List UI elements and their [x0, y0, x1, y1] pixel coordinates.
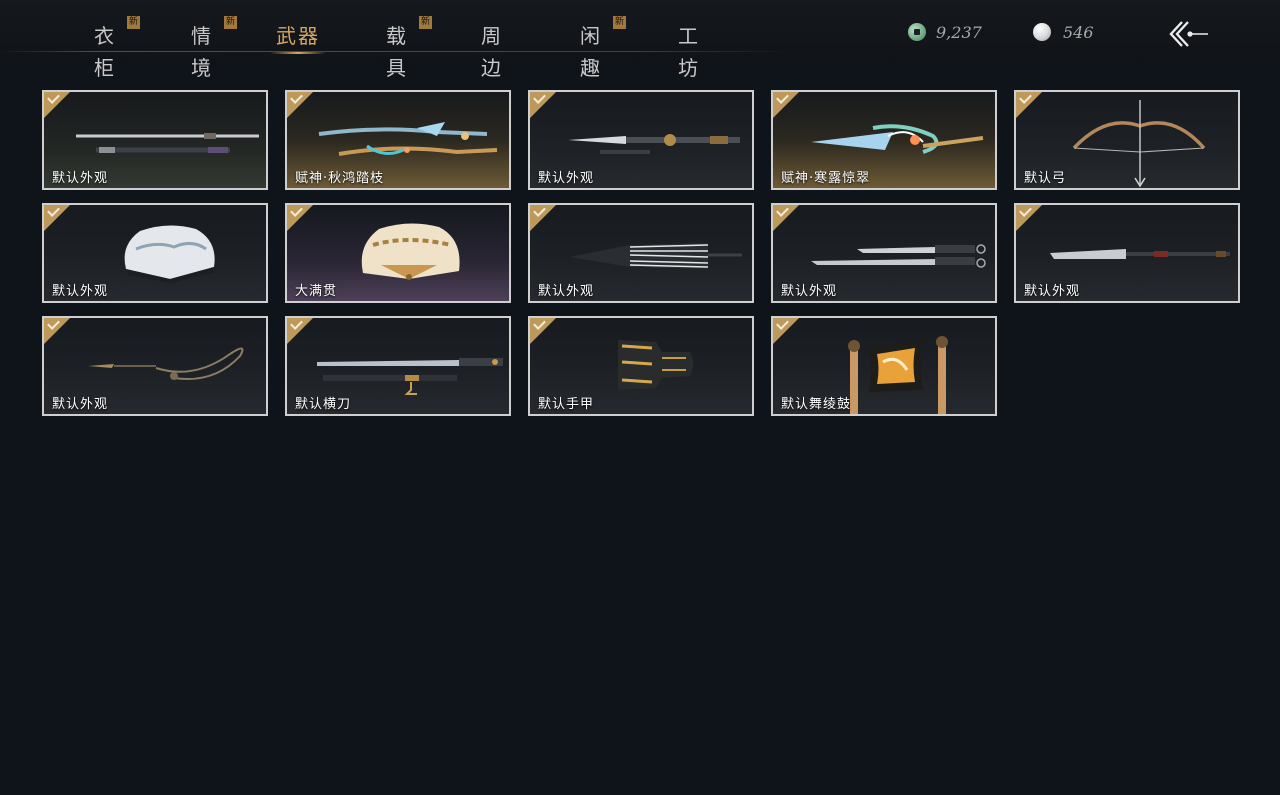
weapon-card[interactable]: 默认手甲 [528, 316, 754, 416]
tab-label: 闲趣 [580, 24, 602, 80]
weapon-name: 赋神·寒露惊翠 [781, 171, 871, 186]
weapon-card[interactable]: 默认弓 [1014, 90, 1240, 190]
weapon-name: 默认外观 [52, 397, 109, 412]
weapon-card[interactable]: 默认外观 [42, 316, 268, 416]
weapon-name: 默认外观 [538, 171, 595, 186]
pearl-amount: 546 [1063, 22, 1094, 42]
weapon-name: 默认外观 [1024, 284, 1081, 299]
top-navigation-bar: 衣柜 新 情境 新 武器 载具 新 周边 闲趣 新 工坊 9,237 546 [0, 0, 1280, 80]
weapon-card[interactable]: 赋神·秋鸿踏枝 [285, 90, 511, 190]
weapon-name: 默认外观 [781, 284, 838, 299]
back-arrow-icon [1169, 21, 1208, 47]
tab-label: 情境 [191, 24, 213, 80]
weapon-name: 默认舞绫鼓 [781, 397, 852, 412]
weapon-name: 默认手甲 [538, 397, 595, 412]
new-badge: 新 [127, 16, 140, 29]
tab-label: 武器 [276, 24, 320, 48]
weapon-name: 赋神·秋鸿踏枝 [295, 171, 385, 186]
new-badge: 新 [224, 16, 237, 29]
weapon-card[interactable]: 默认舞绫鼓 [771, 316, 997, 416]
weapon-card[interactable]: 默认外观 [42, 90, 268, 190]
weapon-name: 默认外观 [538, 284, 595, 299]
weapon-card[interactable]: 默认外观 [771, 203, 997, 303]
tab-label: 载具 [386, 24, 408, 80]
weapon-name: 默认外观 [52, 284, 109, 299]
tab-workshop[interactable]: 工坊 [668, 20, 710, 80]
tab-leisure[interactable]: 闲趣 新 [570, 16, 626, 80]
weapon-name: 默认弓 [1024, 171, 1067, 186]
weapon-name: 大满贯 [295, 284, 338, 299]
weapon-name: 默认外观 [52, 171, 109, 186]
pearl-icon [1033, 23, 1051, 41]
new-badge: 新 [613, 16, 626, 29]
weapon-name: 默认横刀 [295, 397, 352, 412]
currency-jade: 9,237 [908, 20, 982, 44]
new-badge: 新 [419, 16, 432, 29]
weapon-card[interactable]: 默认外观 [528, 203, 754, 303]
currency-pearl: 546 [1033, 20, 1094, 44]
jade-coin-amount: 9,237 [936, 22, 982, 42]
active-tab-indicator [270, 52, 326, 54]
weapon-card[interactable]: 默认横刀 [285, 316, 511, 416]
tab-wardrobe[interactable]: 衣柜 新 [84, 16, 140, 80]
weapon-card[interactable]: 默认外观 [42, 203, 268, 303]
back-button[interactable] [1162, 14, 1216, 54]
weapon-card[interactable]: 赋神·寒露惊翠 [771, 90, 997, 190]
tab-label: 周边 [481, 24, 503, 80]
tab-accessories[interactable]: 周边 [471, 20, 513, 80]
tab-scenes[interactable]: 情境 新 [181, 16, 237, 80]
tab-label: 工坊 [678, 24, 700, 80]
tab-label: 衣柜 [94, 24, 116, 80]
tab-vehicles[interactable]: 载具 新 [376, 16, 432, 80]
weapon-card[interactable]: 默认外观 [528, 90, 754, 190]
weapon-card[interactable]: 大满贯 [285, 203, 511, 303]
weapon-card[interactable]: 默认外观 [1014, 203, 1240, 303]
jade-coin-icon [908, 23, 926, 41]
tab-weapons[interactable]: 武器 [270, 20, 326, 54]
